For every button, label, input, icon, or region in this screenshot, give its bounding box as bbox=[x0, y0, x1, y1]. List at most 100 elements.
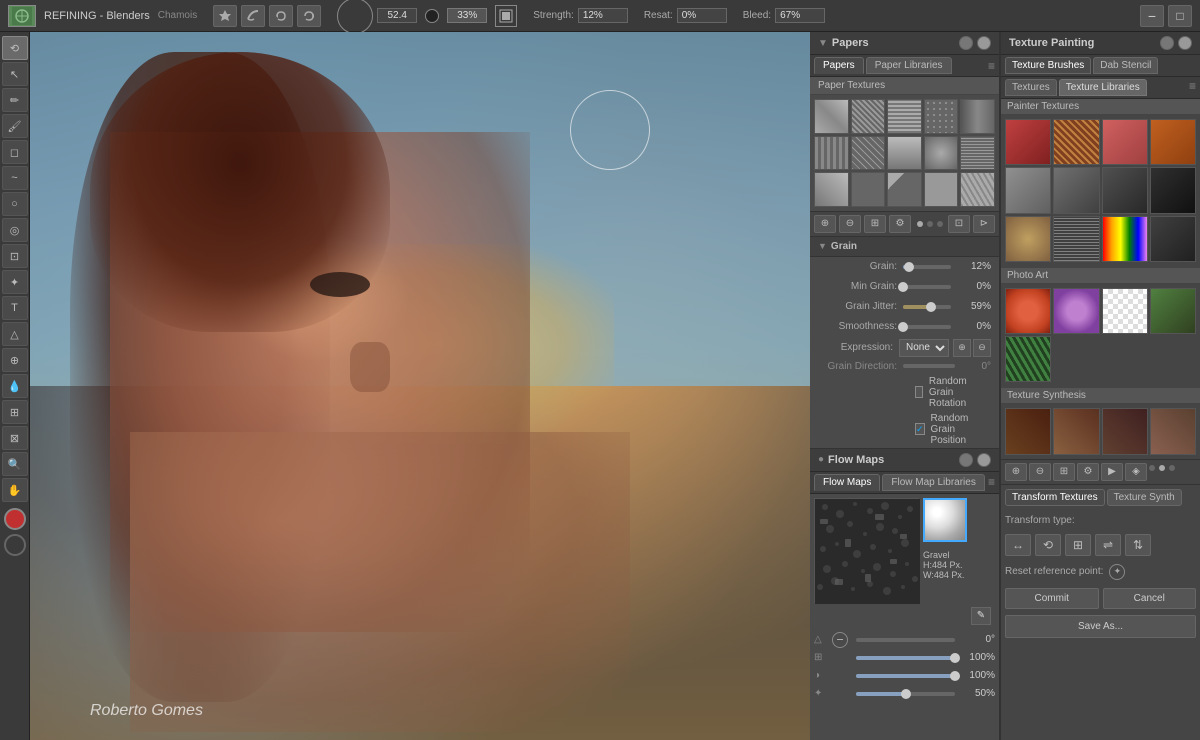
tab-texture-synth[interactable]: Texture Synth bbox=[1107, 489, 1182, 506]
fm-small-texture[interactable] bbox=[923, 498, 967, 542]
papers-btn-2[interactable] bbox=[977, 36, 991, 50]
maximize-btn[interactable]: □ bbox=[1168, 5, 1192, 27]
commit-button[interactable]: Commit bbox=[1005, 588, 1099, 609]
tool-brush[interactable]: 🖌 bbox=[2, 114, 28, 138]
tool-pen[interactable]: ✏ bbox=[2, 88, 28, 112]
papers-settings-btn[interactable]: ⚙ bbox=[889, 215, 911, 233]
paper-thumb-3[interactable] bbox=[887, 99, 922, 134]
paper-thumb-6[interactable] bbox=[814, 136, 849, 171]
resat-value[interactable]: 0% bbox=[677, 8, 727, 23]
fm-edit-btn[interactable]: ✎ bbox=[971, 607, 991, 625]
paper-thumb-4[interactable] bbox=[924, 99, 959, 134]
tab-dab-stencil[interactable]: Dab Stencil bbox=[1093, 57, 1158, 74]
grain-slider-thumb[interactable] bbox=[904, 262, 914, 272]
tp-btn-2[interactable] bbox=[1178, 36, 1192, 50]
random-rotation-checkbox[interactable] bbox=[915, 386, 923, 398]
expression-select[interactable]: None bbox=[899, 339, 949, 357]
photo-thumb-flower[interactable] bbox=[1005, 288, 1051, 334]
fm-scale-slider[interactable] bbox=[856, 656, 955, 660]
grain-slider-track[interactable] bbox=[903, 265, 951, 269]
painter-thumb-dark1[interactable] bbox=[1102, 167, 1148, 213]
paper-thumb-14[interactable] bbox=[924, 172, 959, 207]
painter-thumb-red[interactable] bbox=[1005, 119, 1051, 165]
minimize-btn[interactable]: − bbox=[1140, 5, 1164, 27]
papers-arrow-btn[interactable]: ⊳ bbox=[973, 215, 995, 233]
tool-btn-2[interactable] bbox=[241, 5, 265, 27]
painter-thumb-gold[interactable] bbox=[1005, 216, 1051, 262]
paper-thumb-7[interactable] bbox=[851, 136, 886, 171]
synth-thumb-1[interactable] bbox=[1005, 408, 1051, 454]
synth-thumb-3[interactable] bbox=[1102, 408, 1148, 454]
tool-btn-1[interactable] bbox=[213, 5, 237, 27]
brush-size-value[interactable]: 52.4 bbox=[377, 8, 417, 23]
photo-thumb-purple-flower[interactable] bbox=[1053, 288, 1099, 334]
fm-brightness-slider[interactable] bbox=[856, 674, 955, 678]
synth-tool-6[interactable]: ◈ bbox=[1125, 463, 1147, 481]
papers-btn-1[interactable] bbox=[959, 36, 973, 50]
tool-clone[interactable]: ◎ bbox=[2, 218, 28, 242]
tab-textures[interactable]: Textures bbox=[1005, 79, 1057, 96]
tab-flow-map-libraries[interactable]: Flow Map Libraries bbox=[882, 474, 984, 491]
expr-btn-2[interactable]: ⊖ bbox=[973, 339, 991, 357]
grain-jitter-thumb[interactable] bbox=[926, 302, 936, 312]
fm-large-texture[interactable] bbox=[814, 498, 919, 603]
painter-thumb-red2[interactable] bbox=[1102, 119, 1148, 165]
painter-thumb-gray2[interactable] bbox=[1053, 167, 1099, 213]
synth-thumb-2[interactable] bbox=[1053, 408, 1099, 454]
tool-blend[interactable]: ~ bbox=[2, 166, 28, 190]
photo-thumb-checkered[interactable] bbox=[1102, 288, 1148, 334]
tool-erase[interactable]: ◻ bbox=[2, 140, 28, 164]
fm-angle-slider[interactable] bbox=[856, 638, 955, 642]
grain-header[interactable]: ▼ Grain bbox=[810, 237, 999, 257]
tab-flow-maps[interactable]: Flow Maps bbox=[814, 474, 880, 491]
papers-import-btn[interactable]: ⊕ bbox=[814, 215, 836, 233]
color-swatch-fg[interactable] bbox=[4, 508, 26, 530]
tool-zoom[interactable]: 🔍 bbox=[2, 452, 28, 476]
paper-thumb-13[interactable] bbox=[887, 172, 922, 207]
transform-move-btn[interactable]: ↔ bbox=[1005, 534, 1031, 556]
painter-thumb-dark2[interactable] bbox=[1150, 167, 1196, 213]
cancel-button[interactable]: Cancel bbox=[1103, 588, 1197, 609]
tool-magic[interactable]: ✦ bbox=[2, 270, 28, 294]
paper-thumb-12[interactable] bbox=[851, 172, 886, 207]
bleed-value[interactable]: 67% bbox=[775, 8, 825, 23]
painter-thumb-dark3[interactable] bbox=[1150, 216, 1196, 262]
tool-text[interactable]: T bbox=[2, 296, 28, 320]
papers-collapse-arrow[interactable]: ▼ bbox=[818, 38, 828, 49]
painter-thumb-orange[interactable] bbox=[1150, 119, 1196, 165]
paper-thumb-8[interactable] bbox=[887, 136, 922, 171]
paper-thumb-5[interactable] bbox=[960, 99, 995, 134]
transform-rotate-btn[interactable]: ⟲ bbox=[1035, 534, 1061, 556]
grain-direction-slider[interactable] bbox=[903, 364, 955, 368]
photo-thumb-leaves[interactable] bbox=[1005, 336, 1051, 382]
tab-transform-textures[interactable]: Transform Textures bbox=[1005, 489, 1105, 506]
paper-thumb-11[interactable] bbox=[814, 172, 849, 207]
tool-dropper[interactable]: 💧 bbox=[2, 374, 28, 398]
transform-flip-v-btn[interactable]: ⇅ bbox=[1125, 534, 1151, 556]
tool-crop[interactable]: ⊞ bbox=[2, 400, 28, 424]
painter-thumb-lines[interactable] bbox=[1053, 216, 1099, 262]
tp-menu-icon[interactable]: ≡ bbox=[1189, 79, 1196, 96]
tool-shape[interactable]: △ bbox=[2, 322, 28, 346]
paper-thumb-15[interactable] bbox=[960, 172, 995, 207]
tp-btn-1[interactable] bbox=[1160, 36, 1174, 50]
tool-btn-4[interactable] bbox=[297, 5, 321, 27]
grain-jitter-track[interactable] bbox=[903, 305, 951, 309]
synth-thumb-4[interactable] bbox=[1150, 408, 1196, 454]
strength-value[interactable]: 12% bbox=[578, 8, 628, 23]
photo-thumb-green[interactable] bbox=[1150, 288, 1196, 334]
reset-ref-icon[interactable]: ✦ bbox=[1109, 564, 1125, 580]
canvas-area[interactable]: Roberto Gomes bbox=[30, 32, 810, 740]
smoothness-thumb[interactable] bbox=[898, 322, 908, 332]
save-as-button[interactable]: Save As... bbox=[1005, 615, 1196, 638]
papers-duplicate-btn[interactable]: ⊞ bbox=[864, 215, 886, 233]
painter-thumb-gray1[interactable] bbox=[1005, 167, 1051, 213]
expr-btn-1[interactable]: ⊕ bbox=[953, 339, 971, 357]
papers-view-btn[interactable]: ⊡ bbox=[948, 215, 970, 233]
fm-contrast-slider[interactable] bbox=[856, 692, 955, 696]
tool-hand[interactable]: ✋ bbox=[2, 478, 28, 502]
tool-rotate[interactable]: ⟲ bbox=[2, 36, 28, 60]
tool-select[interactable]: ⊡ bbox=[2, 244, 28, 268]
tool-btn-3[interactable] bbox=[269, 5, 293, 27]
tool-transform[interactable]: ⊠ bbox=[2, 426, 28, 450]
